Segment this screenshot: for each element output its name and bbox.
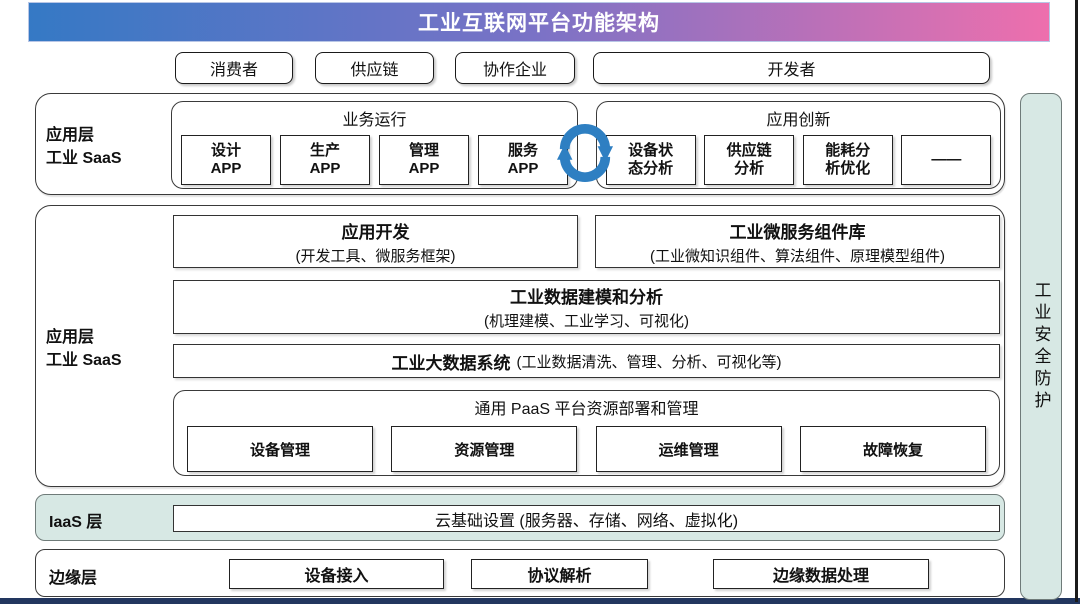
actor-label: 开发者 <box>767 56 815 80</box>
app-label-line1: 管理 <box>409 142 439 160</box>
security-bar-label: 工业安全防护 <box>1029 281 1054 413</box>
app-innovation-apps: 设备状 态分析 供应链 分析 能耗分 析优化 —— <box>597 135 1000 185</box>
app-label-line2: APP <box>508 160 539 178</box>
actor-label: 消费者 <box>210 56 258 80</box>
saas-layer-label: 应用层 工业 SaaS <box>46 124 122 170</box>
app-innovation-group: 应用创新 设备状 态分析 供应链 分析 能耗分 析优化 —— <box>596 101 1001 189</box>
paas-mgmt-items: 设备管理 资源管理 运维管理 故障恢复 <box>174 426 999 472</box>
production-app-box: 生产 APP <box>280 135 370 185</box>
right-frame-line <box>1075 0 1078 602</box>
device-status-analysis-box: 设备状 态分析 <box>606 135 696 185</box>
big-data-box: 工业大数据系统 (工业数据清洗、管理、分析、可视化等) <box>173 344 1000 378</box>
supply-chain-analysis-box: 供应链 分析 <box>704 135 794 185</box>
box-title: 工业微服务组件库 <box>730 218 866 243</box>
layer-label-line2: 工业 SaaS <box>46 147 122 170</box>
actor-label: 供应链 <box>350 56 398 80</box>
actor-developer: 开发者 <box>593 52 990 84</box>
box-title: 工业大数据系统 <box>392 349 511 374</box>
business-run-group: 业务运行 设计 APP 生产 APP 管理 APP 服务 APP <box>171 101 578 189</box>
iaas-layer-label: IaaS 层 <box>49 508 102 532</box>
fault-recovery-box: 故障恢复 <box>800 426 986 472</box>
paas-mgmt-group: 通用 PaaS 平台资源部署和管理 设备管理 资源管理 运维管理 故障恢复 <box>173 390 1000 476</box>
resource-mgmt-box: 资源管理 <box>391 426 577 472</box>
business-run-title: 业务运行 <box>172 106 577 130</box>
protocol-parsing-box: 协议解析 <box>471 559 648 589</box>
app-label-line1: 设备状 <box>628 142 673 160</box>
sync-arrows-icon <box>556 124 614 182</box>
device-mgmt-box: 设备管理 <box>187 426 373 472</box>
box-subtitle: (工业微知识组件、算法组件、原理模型组件) <box>650 245 945 266</box>
paas-content: 应用开发 (开发工具、微服务框架) 工业微服务组件库 (工业微知识组件、算法组件… <box>173 215 1000 476</box>
actor-label: 协作企业 <box>483 56 547 80</box>
title-banner: 工业互联网平台功能架构 <box>28 2 1050 42</box>
bottom-frame-bar <box>0 598 1080 604</box>
paas-layer-label: 应用层 工业 SaaS <box>46 326 122 372</box>
actor-supply-chain: 供应链 <box>315 52 434 84</box>
app-label-line1: —— <box>931 151 961 169</box>
app-label-line2: 析优化 <box>825 160 870 178</box>
edge-layer-label: 边缘层 <box>49 564 97 588</box>
saas-layer-section: 应用层 工业 SaaS 业务运行 设计 APP 生产 APP 管理 APP <box>35 93 1005 195</box>
service-app-box: 服务 APP <box>478 135 568 185</box>
layer-label-line2: 工业 SaaS <box>46 349 122 372</box>
dev-row: 应用开发 (开发工具、微服务框架) 工业微服务组件库 (工业微知识组件、算法组件… <box>173 215 1000 268</box>
iaas-layer-section: IaaS 层 云基础设置 (服务器、存储、网络、虚拟化) <box>35 494 1005 541</box>
app-label-line2: APP <box>310 160 341 178</box>
app-label-line1: 生产 <box>310 142 340 160</box>
box-title: 工业数据建模和分析 <box>510 283 663 308</box>
data-modeling-box: 工业数据建模和分析 (机理建模、工业学习、可视化) <box>173 280 1000 334</box>
app-label-line2: APP <box>409 160 440 178</box>
paas-layer-section: 应用层 工业 SaaS 应用开发 (开发工具、微服务框架) 工业微服务组件库 (… <box>35 205 1005 487</box>
app-innovation-title: 应用创新 <box>597 106 1000 130</box>
architecture-diagram: 工业互联网平台功能架构 消费者 供应链 协作企业 开发者 应用层 工业 SaaS… <box>0 0 1080 607</box>
box-subtitle: (机理建模、工业学习、可视化) <box>484 310 689 331</box>
placeholder-box: —— <box>901 135 991 185</box>
box-subtitle: (工业数据清洗、管理、分析、可视化等) <box>517 351 782 372</box>
business-run-apps: 设计 APP 生产 APP 管理 APP 服务 APP <box>172 135 577 185</box>
actor-consumer: 消费者 <box>175 52 293 84</box>
app-development-box: 应用开发 (开发工具、微服务框架) <box>173 215 578 268</box>
industrial-security-bar: 工业安全防护 <box>1020 93 1062 600</box>
layer-label-line1: 应用层 <box>46 326 122 349</box>
app-label-line2: 分析 <box>734 160 764 178</box>
box-subtitle: (开发工具、微服务框架) <box>296 245 456 266</box>
app-label-line2: APP <box>211 160 242 178</box>
app-label-line2: 态分析 <box>628 160 673 178</box>
layer-label-line1: 应用层 <box>46 124 122 147</box>
ops-mgmt-box: 运维管理 <box>596 426 782 472</box>
app-label-line1: 供应链 <box>727 142 772 160</box>
cloud-infrastructure-box: 云基础设置 (服务器、存储、网络、虚拟化) <box>173 505 1000 532</box>
app-label-line1: 能耗分 <box>825 142 870 160</box>
edge-data-processing-box: 边缘数据处理 <box>713 559 929 589</box>
edge-layer-section: 边缘层 设备接入 协议解析 边缘数据处理 <box>35 549 1005 597</box>
paas-mgmt-title: 通用 PaaS 平台资源部署和管理 <box>174 395 999 419</box>
microservice-component-lib-box: 工业微服务组件库 (工业微知识组件、算法组件、原理模型组件) <box>595 215 1000 268</box>
device-access-box: 设备接入 <box>229 559 444 589</box>
management-app-box: 管理 APP <box>379 135 469 185</box>
design-app-box: 设计 APP <box>181 135 271 185</box>
actor-partner-enterprise: 协作企业 <box>455 52 575 84</box>
page-title: 工业互联网平台功能架构 <box>418 7 660 37</box>
energy-analysis-box: 能耗分 析优化 <box>803 135 893 185</box>
app-label-line1: 设计 <box>211 142 241 160</box>
box-title: 应用开发 <box>342 218 410 243</box>
app-label-line1: 服务 <box>508 142 538 160</box>
